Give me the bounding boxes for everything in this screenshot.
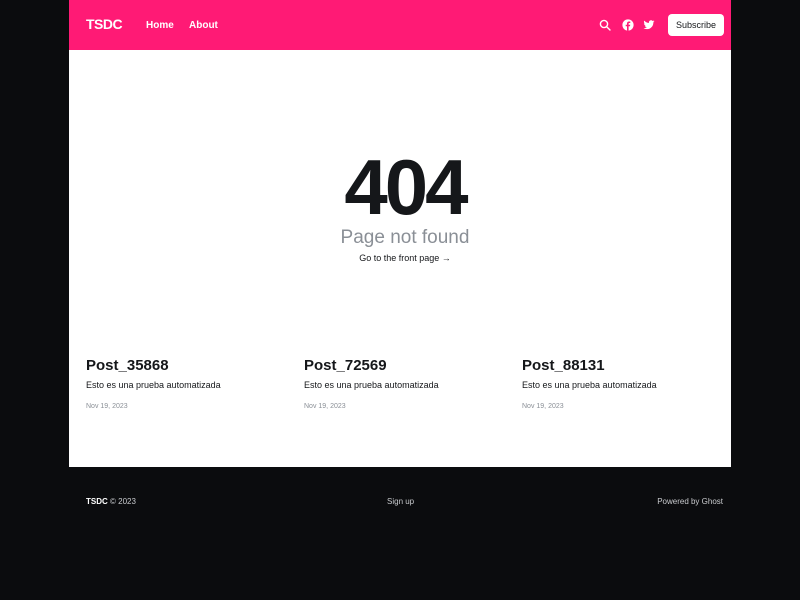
main-content: 404 Page not found Go to the front page … — [69, 50, 731, 467]
post-excerpt: Esto es una prueba automatizada — [522, 380, 657, 390]
post-card[interactable]: Post_72569 Esto es una prueba automatiza… — [304, 357, 504, 410]
error-code: 404 — [344, 143, 468, 231]
post-date: Nov 19, 2023 — [522, 403, 564, 410]
footer-powered-link[interactable]: Powered by Ghost — [657, 497, 723, 506]
page: TSDC Home About Subscribe 404 Page not f… — [69, 0, 731, 600]
error-message: Page not found — [340, 227, 470, 248]
site-logo[interactable]: TSDC — [86, 16, 123, 32]
post-excerpt: Esto es una prueba automatizada — [304, 380, 439, 390]
post-date: Nov 19, 2023 — [86, 403, 128, 410]
post-date: Nov 19, 2023 — [304, 403, 346, 410]
facebook-icon[interactable] — [622, 19, 634, 31]
nav-about-link[interactable]: About — [189, 20, 218, 31]
footer-brand[interactable]: TSDC — [86, 497, 108, 506]
footer-copyright: TSDC © 2023 — [86, 497, 136, 506]
twitter-icon[interactable] — [643, 19, 655, 31]
post-card[interactable]: Post_35868 Esto es una prueba automatiza… — [86, 357, 286, 410]
post-title[interactable]: Post_88131 — [522, 357, 722, 374]
front-page-link[interactable]: Go to the front page → — [69, 253, 741, 263]
post-card[interactable]: Post_88131 Esto es una prueba automatiza… — [522, 357, 722, 410]
search-icon[interactable] — [599, 19, 611, 31]
footer-copyright-text: © 2023 — [107, 497, 136, 506]
nav-home-link[interactable]: Home — [146, 20, 174, 31]
post-title[interactable]: Post_72569 — [304, 357, 504, 374]
site-footer: TSDC © 2023 Sign up Powered by Ghost — [69, 467, 731, 600]
site-header: TSDC Home About Subscribe — [69, 0, 731, 50]
footer-signup-link[interactable]: Sign up — [387, 497, 414, 506]
subscribe-button[interactable]: Subscribe — [668, 14, 724, 36]
post-title[interactable]: Post_35868 — [86, 357, 286, 374]
post-excerpt: Esto es una prueba automatizada — [86, 380, 221, 390]
